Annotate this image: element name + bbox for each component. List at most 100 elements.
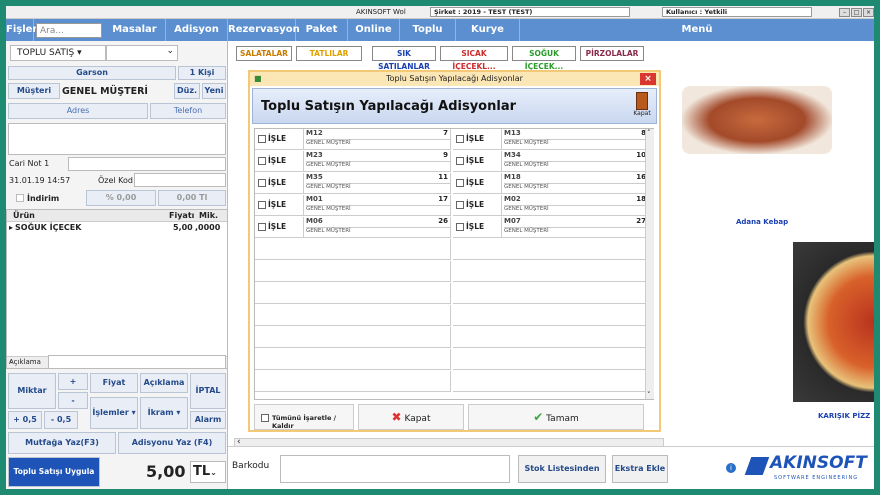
percent-field[interactable]: % 0,00 <box>86 190 156 206</box>
total-amount: 5,00 <box>146 462 186 481</box>
iptal-button[interactable]: İPTAL <box>190 373 226 409</box>
adisyon-row[interactable]: İŞLE M35 11 GENEL MÜŞTERİ <box>255 173 451 194</box>
fiyat-button[interactable]: Fiyat <box>90 373 138 393</box>
isle-checkbox[interactable] <box>456 201 464 209</box>
ikram-button[interactable]: İkram ▾ <box>140 397 188 429</box>
karisik-pizza-image[interactable] <box>793 242 874 402</box>
nav-toplu-satis[interactable]: Toplu Satış <box>400 19 456 57</box>
table-row[interactable]: ▸ SOĞUK İÇECEK 5,00 ,0000 <box>7 223 227 235</box>
plus-button[interactable]: + <box>58 373 88 390</box>
adisyon-row[interactable]: İŞLE M18 16 GENEL MÜŞTERİ <box>453 173 649 194</box>
nav-masalar[interactable]: Masalar <box>104 19 166 41</box>
category-soguk-icecek[interactable]: SOĞUK İÇECEK... <box>512 46 576 71</box>
isle-checkbox[interactable] <box>258 135 266 143</box>
mode-label: TOPLU SATIŞ <box>17 48 75 58</box>
adisyon-row[interactable]: İŞLE M13 8 GENEL MÜŞTERİ <box>453 129 649 150</box>
nav-paket[interactable]: Paket <box>296 19 348 41</box>
cari-not-input[interactable] <box>68 157 226 171</box>
toplu-satis-uygula-button[interactable]: Toplu Satışı Uygula (F2) <box>8 457 100 487</box>
adisyon-row <box>255 283 451 304</box>
adres-button[interactable]: Adres <box>8 103 148 119</box>
isle-checkbox[interactable] <box>456 223 464 231</box>
search-input[interactable]: Ara... <box>36 23 102 38</box>
category-sik-satilanlar[interactable]: SIK SATILANLAR <box>372 46 436 71</box>
minus-button[interactable]: - <box>58 392 88 409</box>
adisyon-row <box>453 371 649 392</box>
adisyon-row[interactable]: İŞLE M23 9 GENEL MÜŞTERİ <box>255 151 451 172</box>
dialog-close-icon[interactable]: × <box>640 73 656 85</box>
category-salatalar[interactable]: SALATALAR <box>236 46 292 61</box>
adisyon-row[interactable]: İŞLE M07 27 GENEL MÜŞTERİ <box>453 217 649 238</box>
nav-kurye[interactable]: Kurye Ekranı <box>456 19 520 57</box>
nav-fisler[interactable]: Fişler <box>6 19 37 41</box>
masa-label: M35 <box>306 173 323 181</box>
plus-half-button[interactable]: + 0,5 <box>8 411 42 429</box>
category-sicak-icecek[interactable]: SICAK İÇECEKL... <box>440 46 508 71</box>
isle-checkbox[interactable] <box>258 223 266 231</box>
adisyon-row[interactable]: İŞLE M06 26 GENEL MÜŞTERİ <box>255 217 451 238</box>
kisi-button[interactable]: 1 Kişi <box>178 66 226 80</box>
tamam-button[interactable]: ✔ Tamam <box>468 404 644 430</box>
category-pirzolalar[interactable]: PİRZOLALAR <box>580 46 644 61</box>
isle-label: İŞLE <box>466 156 485 165</box>
maximize-icon[interactable]: □ <box>851 8 862 17</box>
yeni-button[interactable]: Yeni <box>202 83 226 99</box>
grid-header: Ürün Fiyatı Mik. <box>7 210 227 222</box>
adisyonu-yaz-button[interactable]: Adisyonu Yaz (F4) <box>118 432 226 454</box>
v-scrollbar[interactable]: ˄ ˅ <box>645 129 654 399</box>
telefon-button[interactable]: Telefon <box>150 103 226 119</box>
adisyon-row[interactable]: İŞLE M12 7 GENEL MÜŞTERİ <box>255 129 451 150</box>
islemler-button[interactable]: İşlemler ▾ <box>90 397 138 429</box>
close-icon[interactable]: × <box>863 8 874 17</box>
select-all-toggle[interactable]: Tümünü İşaretle / Kaldır <box>254 404 354 430</box>
nav-rezervasyon[interactable]: Rezervasyon <box>228 19 300 41</box>
currency-label: TL <box>193 464 211 479</box>
mutfaga-yaz-button[interactable]: Mutfağa Yaz(F3) <box>8 432 116 454</box>
amount-field[interactable]: 0,00 Tl <box>158 190 226 206</box>
col-mik: Mik. <box>199 211 219 220</box>
garson-button[interactable]: Garson <box>8 66 176 80</box>
barkod-input[interactable] <box>280 455 510 483</box>
isle-checkbox[interactable] <box>258 179 266 187</box>
adisyon-row[interactable]: İŞLE M01 17 GENEL MÜŞTERİ <box>255 195 451 216</box>
isle-checkbox[interactable] <box>456 179 464 187</box>
stok-listesinden-ekle-button[interactable]: Stok Listesinden Ekle <box>518 455 606 483</box>
miktar-button[interactable]: Miktar <box>8 373 56 409</box>
row-urun: SOĞUK İÇECEK <box>15 223 82 232</box>
isle-checkbox[interactable] <box>456 157 464 165</box>
select-all-checkbox[interactable] <box>261 414 269 422</box>
mode-select[interactable]: TOPLU SATIŞ ▾ <box>10 45 106 61</box>
aciklama-input[interactable] <box>48 355 226 369</box>
minus-half-button[interactable]: - 0,5 <box>44 411 78 429</box>
ozel-kod-input[interactable] <box>134 173 226 187</box>
secondary-select[interactable]: ⌄ <box>106 45 178 61</box>
aciklama-button[interactable]: Açıklama <box>140 373 188 393</box>
kapat-button[interactable]: ✖ Kapat <box>358 404 464 430</box>
minimize-icon[interactable]: – <box>839 8 850 17</box>
isle-checkbox[interactable] <box>258 201 266 209</box>
nav-menu[interactable]: Menü <box>520 19 874 41</box>
logo-mark-icon <box>744 457 770 475</box>
ekstra-ekle-button[interactable]: Ekstra Ekle <box>612 455 668 483</box>
info-icon[interactable]: i <box>726 463 736 473</box>
address-textarea[interactable] <box>8 123 226 155</box>
adisyon-row[interactable]: İŞLE M34 10 GENEL MÜŞTERİ <box>453 151 649 172</box>
isle-label: İŞLE <box>268 178 287 187</box>
chevron-down-icon: ▾ <box>77 48 82 58</box>
check-icon: ✔ <box>533 410 544 424</box>
alarm-button[interactable]: Alarm <box>190 411 226 429</box>
isle-checkbox[interactable] <box>456 135 464 143</box>
adana-kebap-image[interactable] <box>682 86 832 154</box>
isle-checkbox[interactable] <box>258 157 266 165</box>
indirim-checkbox[interactable] <box>16 194 24 202</box>
musteri-button[interactable]: Müşteri <box>8 83 60 99</box>
adisyon-number: 11 <box>438 173 448 181</box>
currency-select[interactable]: TL⌄ <box>190 461 226 483</box>
category-tatlilar[interactable]: TATLILAR <box>296 46 362 61</box>
nav-adisyon[interactable]: Adisyon <box>166 19 228 41</box>
duz-button[interactable]: Düz. <box>174 83 200 99</box>
adisyon-row[interactable]: İŞLE M02 18 GENEL MÜŞTERİ <box>453 195 649 216</box>
company-field: Şirket : 2019 - TEST (TEST) <box>430 7 630 17</box>
nav-online[interactable]: Online <box>348 19 400 41</box>
kapat-header-button[interactable]: Kapat <box>632 92 652 122</box>
